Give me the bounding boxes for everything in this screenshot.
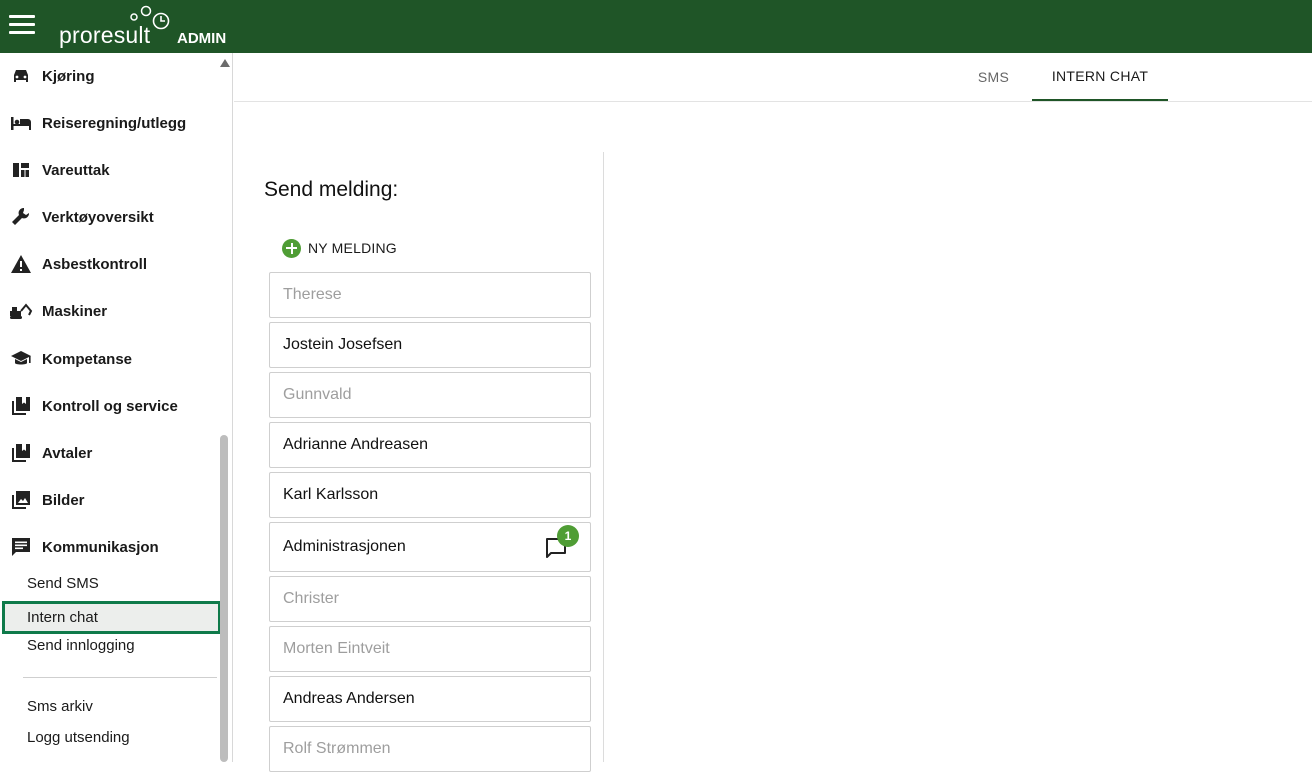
scrollbar-thumb[interactable] <box>220 435 228 762</box>
sidebar-divider <box>23 677 217 678</box>
contact-name: Jostein Josefsen <box>283 336 403 353</box>
sidebar-item-label: Kontroll og service <box>42 397 178 415</box>
tab-intern-chat[interactable]: INTERN CHAT <box>1032 53 1168 101</box>
logo-wordmark: proresult <box>59 22 151 48</box>
sidebar-item-vareuttak[interactable]: Vareuttak <box>0 150 218 190</box>
sidebar-item-label: Vareuttak <box>42 161 110 179</box>
add-circle-icon <box>282 238 301 258</box>
contact-name: Morten Eintveit <box>283 640 390 657</box>
sidebar-subitem-send-sms[interactable]: Send SMS <box>0 569 218 597</box>
contact-name: Gunnvald <box>283 386 352 403</box>
sidebar-subitem-logg-utsending[interactable]: Logg utsending <box>0 723 218 751</box>
sidebar-item-kjoring[interactable]: Kjøring <box>0 56 218 96</box>
sidebar-item-label: Verktøyoversikt <box>42 208 154 226</box>
sidebar-item-bilder[interactable]: Bilder <box>0 480 218 520</box>
sidebar-item-label: Reiseregning/utlegg <box>42 114 187 132</box>
contact-item[interactable]: Gunnvald <box>269 372 591 418</box>
dashboard-icon <box>9 158 33 182</box>
menu-icon[interactable] <box>9 15 35 35</box>
sidebar-item-label: Bilder <box>42 491 85 509</box>
sidebar-item-label: Maskiner <box>42 302 108 320</box>
contact-name: Andreas Andersen <box>283 690 415 707</box>
logo-admin-label: ADMIN <box>177 30 227 47</box>
sidebar-item-avtaler[interactable]: Avtaler <box>0 433 218 473</box>
excavator-icon <box>9 299 33 323</box>
sidebar-item-label: Asbestkontroll <box>42 255 148 273</box>
contact-item[interactable]: Therese <box>269 272 591 318</box>
sidebar-item-label: Kommunikasjon <box>42 538 159 556</box>
message-icon <box>9 535 33 559</box>
contact-name: Adrianne Andreasen <box>283 436 428 453</box>
sidebar-subitem-label: Send SMS <box>27 574 99 592</box>
contact-item[interactable]: Andreas Andersen <box>269 676 591 722</box>
sidebar: Kjøring Reiseregning/utlegg Vareuttak Ve… <box>0 53 233 762</box>
sidebar-item-asbestkontroll[interactable]: Asbestkontroll <box>0 244 218 284</box>
sidebar-item-kontroll-og-service[interactable]: Kontroll og service <box>0 386 218 426</box>
new-message-label: NY MELDING <box>308 240 397 256</box>
contact-item[interactable]: Administrasjonen 1 <box>269 522 591 572</box>
sidebar-subitem-label: Sms arkiv <box>27 697 93 715</box>
top-app-bar: proresult ADMIN <box>0 0 1312 53</box>
contact-item[interactable]: Adrianne Andreasen <box>269 422 591 468</box>
school-icon <box>9 347 33 371</box>
library-icon <box>9 394 33 418</box>
unread-badge: 1 <box>557 525 579 547</box>
contact-item[interactable]: Jostein Josefsen <box>269 322 591 368</box>
panel-title: Send melding: <box>264 178 399 201</box>
contact-name: Administrasjonen <box>283 538 406 555</box>
tab-sms[interactable]: SMS <box>956 53 1031 101</box>
sidebar-item-reiseregning[interactable]: Reiseregning/utlegg <box>0 103 218 143</box>
contact-item[interactable]: Rolf Strømmen <box>269 726 591 772</box>
sidebar-item-label: Kompetanse <box>42 350 133 368</box>
scroll-up-icon[interactable] <box>220 59 230 67</box>
sidebar-item-label: Kjøring <box>42 67 95 85</box>
sidebar-item-kompetanse[interactable]: Kompetanse <box>0 339 218 379</box>
sidebar-subitem-label: Logg utsending <box>27 728 130 746</box>
contact-item[interactable]: Karl Karlsson <box>269 472 591 518</box>
contact-name: Christer <box>283 590 340 607</box>
new-message-button[interactable]: NY MELDING <box>282 237 397 259</box>
sidebar-item-kommunikasjon[interactable]: Kommunikasjon <box>0 527 218 567</box>
contact-item[interactable]: Morten Eintveit <box>269 626 591 672</box>
image-icon <box>9 488 33 512</box>
sidebar-item-label: Avtaler <box>42 444 93 462</box>
contact-name: Rolf Strømmen <box>283 740 391 757</box>
car-icon <box>9 64 33 88</box>
sidebar-item-verktoyoversikt[interactable]: Verktøyoversikt <box>0 197 218 237</box>
sidebar-subitem-intern-chat[interactable]: Intern chat <box>2 601 221 634</box>
contact-name: Therese <box>283 286 342 303</box>
sidebar-item-maskiner[interactable]: Maskiner <box>0 291 218 331</box>
tab-bar: SMS INTERN CHAT <box>234 53 1312 102</box>
sidebar-subitem-sms-arkiv[interactable]: Sms arkiv <box>0 692 218 720</box>
contact-name: Karl Karlsson <box>283 486 379 503</box>
contact-item[interactable]: Christer <box>269 576 591 622</box>
library-icon <box>9 441 33 465</box>
sidebar-subitem-label: Intern chat <box>27 609 98 626</box>
sidebar-subitem-label: Send innlogging <box>27 636 135 654</box>
contact-panel: Send melding: NY MELDING Therese Jostein… <box>240 152 604 772</box>
warning-icon <box>9 252 33 276</box>
sidebar-scrollbar[interactable] <box>219 53 230 762</box>
wrench-icon <box>9 205 33 229</box>
sidebar-subitem-send-innlogging[interactable]: Send innlogging <box>0 631 218 659</box>
bed-icon <box>9 111 33 135</box>
